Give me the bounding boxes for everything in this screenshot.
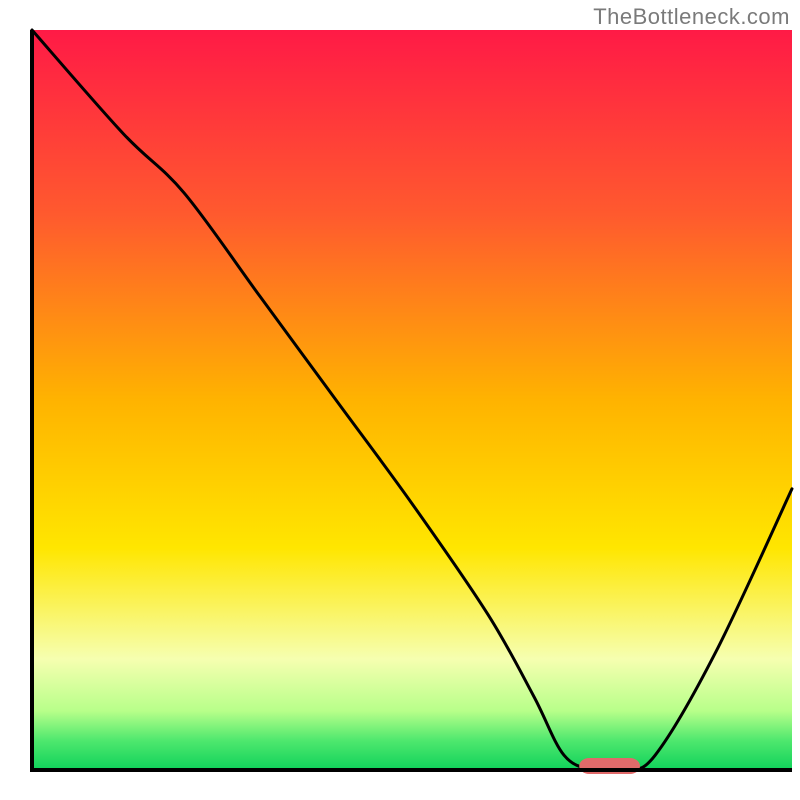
chart-svg bbox=[0, 0, 800, 800]
watermark-text: TheBottleneck.com bbox=[593, 4, 790, 30]
gradient-background bbox=[32, 30, 792, 770]
bottleneck-chart: TheBottleneck.com bbox=[0, 0, 800, 800]
